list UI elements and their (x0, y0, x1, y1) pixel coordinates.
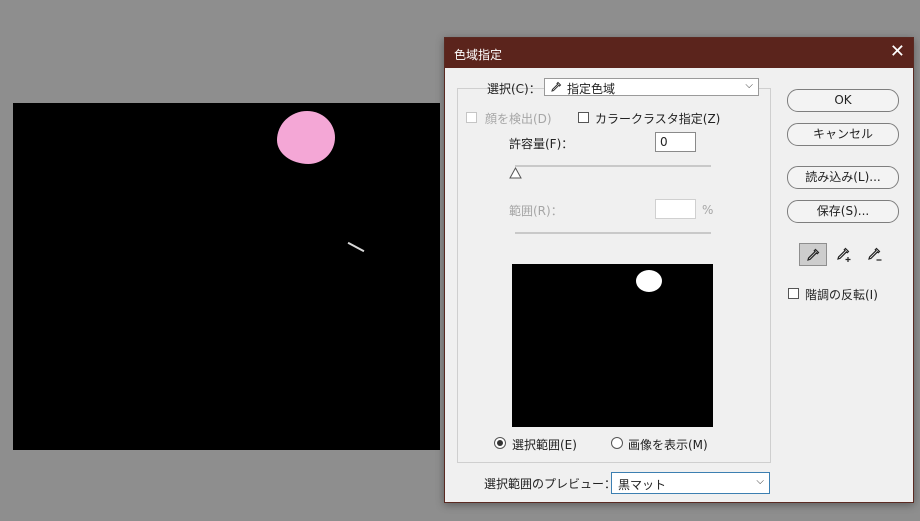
eyedropper-plus-icon (837, 247, 851, 262)
eyedropper-icon (807, 248, 820, 261)
color-range-dialog: 色域指定 ✕ 選択(C)： 指定色域 ⌵ 顔を検出(D) カラークラスタ指定(Z… (444, 37, 914, 503)
select-label: 選択(C)： (487, 82, 541, 96)
ok-button[interactable]: OK (787, 89, 899, 112)
range-unit: % (702, 203, 714, 217)
range-input[interactable] (655, 199, 696, 219)
chevron-down-icon: ⌵ (745, 80, 753, 91)
range-label: 範囲(R)： (509, 204, 563, 218)
close-icon[interactable]: ✕ (890, 42, 905, 62)
dialog-titlebar[interactable]: 色域指定 ✕ (445, 38, 913, 68)
eyedropper-icon (551, 81, 562, 92)
detect-faces-label: 顔を検出(D) (485, 112, 552, 126)
select-value: 指定色域 (567, 82, 616, 96)
selection-radio-label: 選択範囲(E) (512, 438, 577, 452)
add-sample-tool[interactable] (830, 243, 858, 266)
preview-mode-value: 黒マット (618, 478, 667, 492)
white-speck (347, 241, 365, 253)
eyedropper-tool[interactable] (799, 243, 827, 266)
load-button[interactable]: 読み込み(L)... (787, 166, 899, 189)
select-dropdown[interactable]: 指定色域 ⌵ (544, 78, 759, 96)
invert-label: 階調の反転(I) (805, 288, 878, 302)
fuzziness-input[interactable]: 0 (655, 132, 696, 152)
save-button[interactable]: 保存(S)... (787, 200, 899, 223)
preview-selected-area (636, 270, 662, 292)
preview-mode-dropdown[interactable]: 黒マット ⌵ (611, 472, 770, 494)
fuzziness-slider-handle[interactable] (509, 167, 522, 179)
subtract-sample-tool[interactable] (861, 243, 889, 266)
localized-clusters-checkbox[interactable] (578, 112, 589, 123)
fuzziness-slider-track[interactable] (515, 165, 711, 167)
selection-preview (512, 264, 713, 427)
pink-blob (277, 111, 335, 164)
detect-faces-checkbox[interactable] (466, 112, 477, 123)
image-radio-label: 画像を表示(M) (628, 438, 708, 452)
invert-checkbox[interactable] (788, 288, 799, 299)
range-slider-track[interactable] (515, 232, 711, 234)
preview-mode-label: 選択範囲のプレビュー： (484, 477, 617, 491)
selection-radio[interactable] (494, 437, 506, 449)
dialog-title: 色域指定 (454, 48, 503, 62)
fuzziness-label: 許容量(F)： (509, 137, 574, 151)
cancel-button[interactable]: キャンセル (787, 123, 899, 146)
localized-clusters-label: カラークラスタ指定(Z) (595, 112, 721, 126)
image-radio[interactable] (611, 437, 623, 449)
chevron-down-icon: ⌵ (756, 476, 764, 487)
eyedropper-minus-icon (868, 247, 882, 261)
document-canvas[interactable] (13, 103, 440, 450)
